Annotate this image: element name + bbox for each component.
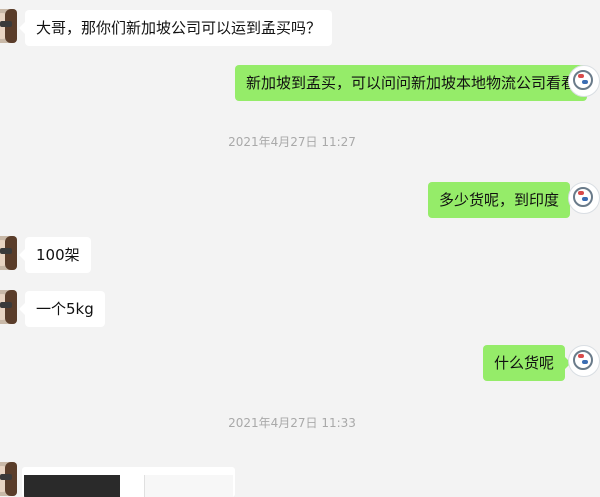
contact-avatar-icon[interactable] xyxy=(0,9,17,43)
self-avatar-icon[interactable] xyxy=(568,182,600,214)
image-thumbnail-icon[interactable] xyxy=(22,467,235,497)
message-timestamp: 2021年4月27日 11:33 xyxy=(228,416,356,430)
self-avatar-icon[interactable] xyxy=(568,345,600,377)
contact-avatar-icon[interactable] xyxy=(0,462,17,496)
contact-avatar-icon[interactable] xyxy=(0,290,17,324)
contact-avatar-icon[interactable] xyxy=(0,236,17,270)
self-avatar-icon[interactable] xyxy=(568,65,600,97)
outgoing-message-bubble[interactable]: 多少货呢，到印度 xyxy=(428,182,577,218)
outgoing-message-bubble[interactable]: 什么货呢 xyxy=(483,345,572,381)
incoming-message-bubble[interactable]: 100架 xyxy=(19,237,91,273)
incoming-message-bubble[interactable]: 大哥，那你们新加坡公司可以运到孟买吗？ xyxy=(18,10,333,46)
outgoing-message-bubble[interactable]: 新加坡到孟买，可以问问新加坡本地物流公司看看 xyxy=(235,65,594,101)
message-timestamp: 2021年4月27日 11:27 xyxy=(228,135,356,149)
incoming-message-bubble[interactable]: 一个5kg xyxy=(19,291,105,327)
chat-history: 大哥，那你们新加坡公司可以运到孟买吗？ 新加坡到孟买，可以问问新加坡本地物流公司… xyxy=(0,0,600,497)
